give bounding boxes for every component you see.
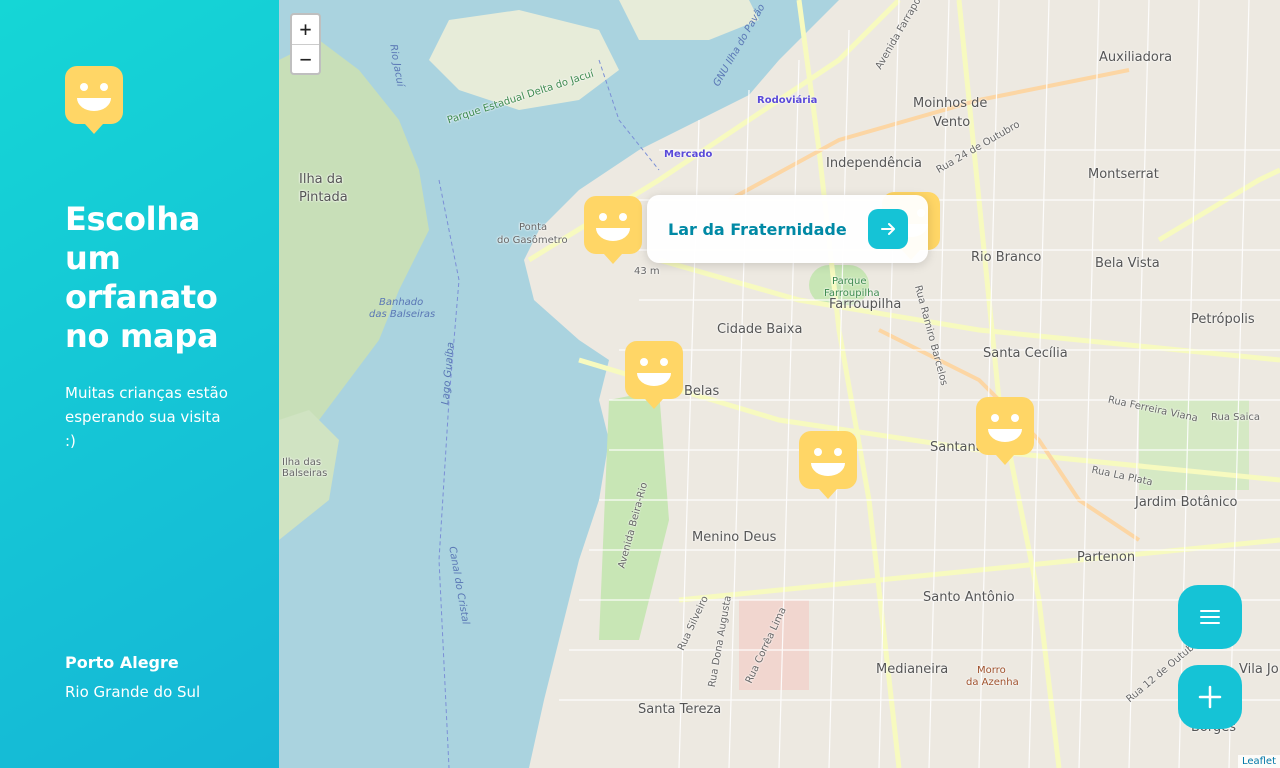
view-orphanage-button[interactable]: [868, 209, 908, 249]
happy-face-logo-icon: [65, 66, 123, 134]
state-name: Rio Grande do Sul: [65, 683, 201, 701]
map-tiles: [279, 0, 1280, 768]
orphanage-marker-icon[interactable]: [584, 196, 642, 264]
place-label: Rua Saica: [1211, 412, 1261, 423]
orphanage-marker-icon[interactable]: [976, 397, 1034, 465]
place-label: Santa Cecília: [983, 346, 1068, 361]
place-label: Independência: [826, 156, 923, 171]
place-label: Auxiliadora: [1099, 50, 1173, 65]
place-label: Banhado: [379, 297, 424, 308]
place-label: Pintada: [299, 190, 348, 205]
place-label: Jardim Botânico: [1135, 495, 1238, 510]
place-label: Vento: [933, 115, 971, 130]
place-label: Santo Antônio: [923, 590, 1015, 605]
city-name: Porto Alegre: [65, 653, 179, 672]
orphanage-marker-icon[interactable]: [799, 431, 857, 499]
popup-title: Lar da Fraternidade: [668, 219, 847, 239]
place-label: Mercado: [664, 149, 713, 160]
place-label: Bela Vista: [1095, 256, 1160, 271]
page-title: Escolha um orfanato no mapa: [65, 200, 219, 355]
map-attribution-link[interactable]: Leaflet: [1237, 755, 1280, 768]
place-label: Cidade Baixa: [717, 322, 803, 337]
place-label: Ponta: [519, 222, 548, 233]
place-label: do Gasômetro: [497, 235, 568, 246]
place-label: Petrópolis: [1191, 312, 1255, 327]
map[interactable]: Auxiliadora Moinhos de Vento Independênc…: [279, 0, 1280, 768]
place-label: Partenon: [1077, 550, 1136, 565]
place-label: Rodoviária: [757, 95, 818, 106]
place-label: Ilha da: [299, 172, 344, 187]
place-label: Vila Jo: [1239, 662, 1279, 677]
place-label: 43 m: [634, 266, 660, 277]
place-label: Farroupilha: [824, 288, 880, 299]
place-label: Rio Branco: [971, 250, 1042, 265]
place-label: Moinhos de: [913, 96, 988, 111]
place-label: Menino Deus: [692, 530, 777, 545]
place-label: Morro: [977, 665, 1006, 676]
add-orphanage-button[interactable]: [1178, 665, 1242, 729]
place-label: da Azenha: [966, 677, 1019, 688]
page-subtitle: Muitas crianças estão esperando sua visi…: [65, 384, 228, 450]
sidebar: Escolha um orfanato no mapa Muitas crian…: [0, 0, 279, 768]
place-label: Santa Tereza: [638, 702, 722, 717]
place-label: Montserrat: [1088, 167, 1159, 182]
place-label: Farroupilha: [829, 297, 902, 312]
place-label: Medianeira: [876, 662, 949, 677]
menu-button[interactable]: [1178, 585, 1242, 649]
zoom-out-button[interactable]: −: [292, 44, 319, 73]
arrow-right-icon: [881, 223, 895, 235]
place-label: Balseiras: [282, 468, 328, 479]
menu-icon: [1200, 610, 1220, 624]
place-label: Parque: [832, 276, 867, 287]
place-label: das Balseiras: [369, 309, 436, 320]
orphanage-marker-icon[interactable]: [625, 341, 683, 409]
plus-icon: [1198, 685, 1222, 709]
orphanage-popup: Lar da Fraternidade: [647, 195, 928, 263]
zoom-control: + −: [290, 13, 321, 75]
zoom-in-button[interactable]: +: [292, 15, 319, 44]
place-label: Belas: [684, 384, 720, 399]
place-label: Ilha das: [282, 457, 322, 468]
